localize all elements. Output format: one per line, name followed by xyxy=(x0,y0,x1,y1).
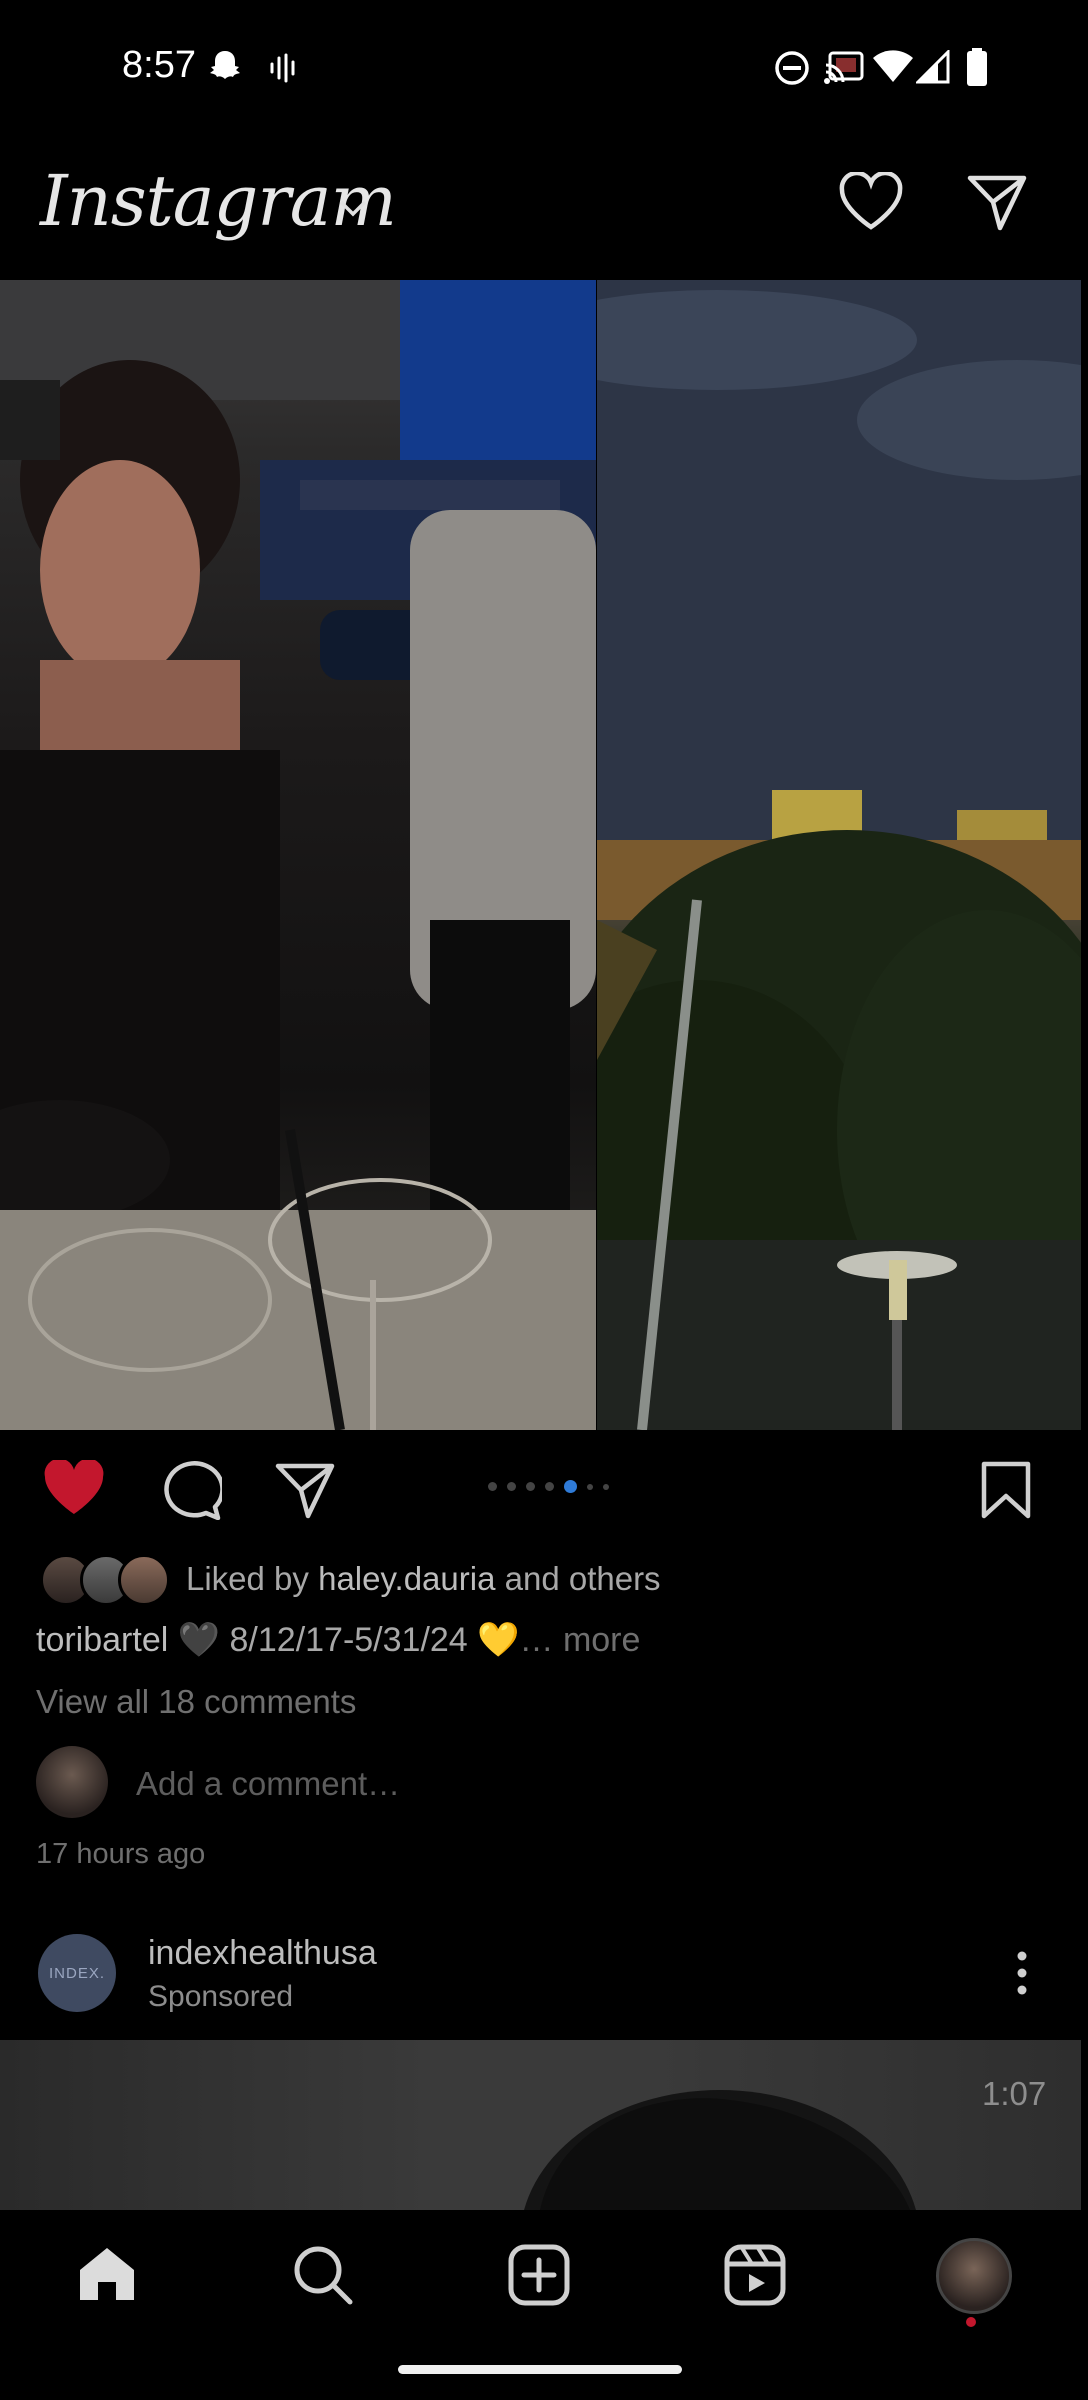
carousel-dot-active xyxy=(564,1480,577,1493)
carousel-dot xyxy=(545,1482,554,1491)
liked-by-user[interactable]: haley.dauria xyxy=(318,1560,495,1597)
sponsor-avatar-text: INDEX. xyxy=(48,1964,105,1982)
cast-icon xyxy=(824,50,864,91)
view-all-comments-link[interactable]: View all 18 comments xyxy=(36,1683,356,1721)
video-timer: 1:07 xyxy=(982,2075,1047,2112)
carousel-dot xyxy=(488,1482,497,1491)
home-icon[interactable] xyxy=(76,2244,138,2309)
caption-more-link[interactable]: … more xyxy=(520,1621,641,1659)
liked-by-prefix: Liked by xyxy=(186,1560,309,1597)
voice-waveform-icon xyxy=(268,52,300,89)
status-time: 8:57 xyxy=(122,44,196,86)
post-image-left[interactable] xyxy=(0,280,596,1430)
post-caption[interactable]: toribartel 🖤 8/12/17-5/31/24 💛… more xyxy=(36,1620,640,1660)
carousel-dot xyxy=(587,1483,593,1490)
post-image-right[interactable] xyxy=(597,280,1081,1430)
wifi-icon xyxy=(872,50,914,89)
liker-avatar xyxy=(118,1554,170,1606)
sponsor-username[interactable]: indexhealthusa xyxy=(148,1934,377,1973)
create-icon[interactable] xyxy=(508,2244,570,2311)
add-comment-input[interactable]: Add a comment… xyxy=(136,1765,400,1803)
like-heart-filled-icon[interactable] xyxy=(42,1458,106,1523)
carousel-dot xyxy=(507,1482,516,1491)
liked-by-text[interactable]: Liked by haley.dauria and others xyxy=(186,1560,661,1598)
comment-icon[interactable] xyxy=(158,1460,225,1525)
carousel-dot xyxy=(603,1483,609,1490)
search-icon[interactable] xyxy=(292,2244,354,2311)
do-not-disturb-icon xyxy=(774,50,810,91)
cell-signal-icon xyxy=(914,48,950,89)
profile-avatar[interactable] xyxy=(936,2238,1012,2314)
direct-message-icon[interactable] xyxy=(966,172,1028,237)
chevron-down-icon[interactable] xyxy=(338,198,368,223)
post-timestamp: 17 hours ago xyxy=(36,1838,206,1870)
caption-text: 🖤 8/12/17-5/31/24 💛 xyxy=(177,1621,520,1659)
share-icon[interactable] xyxy=(274,1460,336,1525)
gesture-bar[interactable] xyxy=(398,2365,682,2374)
carousel-indicator xyxy=(488,1480,609,1493)
more-options-icon[interactable] xyxy=(1012,1950,1032,2001)
activity-heart-icon[interactable] xyxy=(838,170,904,237)
notification-dot xyxy=(966,2317,976,2327)
liked-by-suffix[interactable]: and others xyxy=(505,1560,661,1597)
sponsored-label: Sponsored xyxy=(148,1980,294,2013)
snapchat-icon xyxy=(206,48,244,91)
own-avatar[interactable] xyxy=(36,1746,108,1818)
sponsor-avatar[interactable]: INDEX. xyxy=(38,1934,116,2012)
caption-username[interactable]: toribartel xyxy=(36,1621,168,1659)
sponsored-video[interactable] xyxy=(0,2040,1081,2210)
bookmark-icon[interactable] xyxy=(980,1460,1032,1525)
carousel-dot xyxy=(526,1482,535,1491)
reels-icon[interactable] xyxy=(724,2244,786,2311)
battery-icon xyxy=(966,48,988,91)
